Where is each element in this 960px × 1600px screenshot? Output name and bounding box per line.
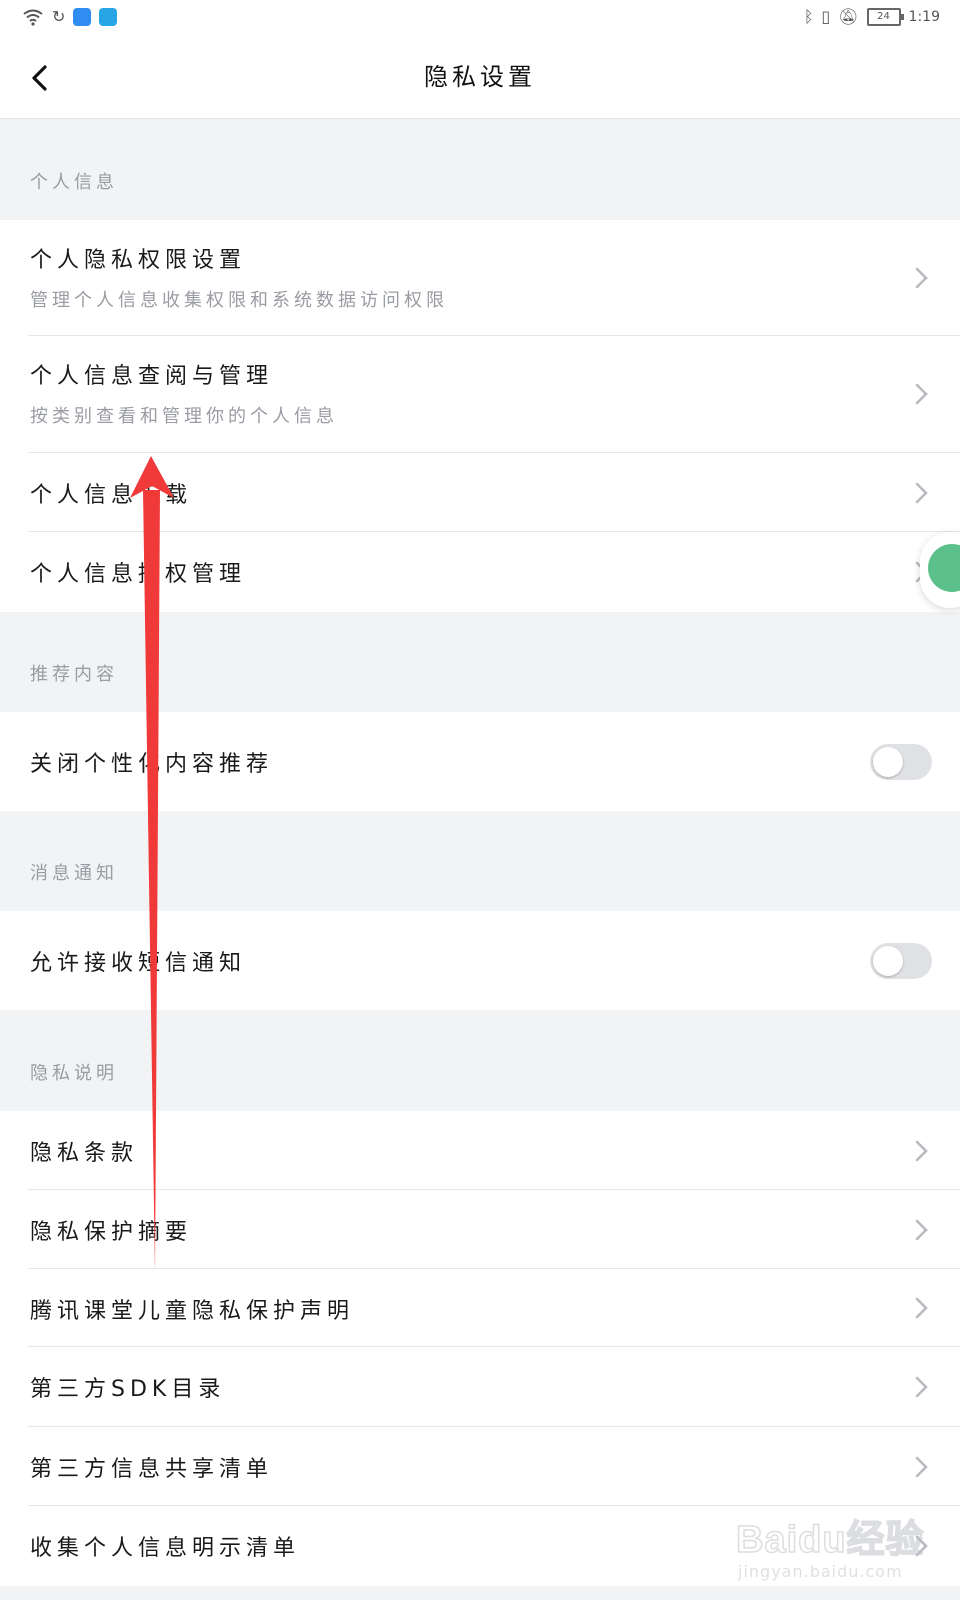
section-header-privacy-docs: 隐私说明	[0, 1010, 960, 1111]
sms-notify-toggle[interactable]	[870, 943, 932, 979]
row-disable-personalized-recommend: 关闭个性化内容推荐	[0, 712, 960, 811]
row-subtitle: 管理个人信息收集权限和系统数据访问权限	[30, 290, 448, 311]
row-title: 允许接收短信通知	[30, 951, 247, 976]
row-title: 第三方信息共享清单	[30, 1457, 274, 1482]
row-allow-sms-notify: 允许接收短信通知	[0, 911, 960, 1010]
section-header-notify: 消息通知	[0, 811, 960, 911]
chevron-right-icon	[915, 482, 928, 504]
row-privacy-terms[interactable]: 隐私条款	[0, 1111, 960, 1190]
row-title: 隐私保护摘要	[30, 1220, 193, 1245]
floating-assistant-button[interactable]	[920, 532, 960, 608]
page-title: 隐私设置	[424, 63, 536, 91]
battery-icon: 24	[866, 8, 904, 26]
chevron-left-icon	[32, 65, 47, 91]
row-title: 收集个人信息明示清单	[30, 1536, 301, 1561]
row-title: 腾讯课堂儿童隐私保护声明	[30, 1299, 355, 1324]
assistant-avatar-icon	[928, 544, 960, 592]
row-title: 个人隐私权限设置	[30, 248, 247, 273]
chevron-right-icon	[915, 1535, 928, 1557]
row-collected-info-list[interactable]: 收集个人信息明示清单	[0, 1506, 960, 1586]
sync-icon: ↻	[52, 7, 66, 26]
section-title: 个人信息	[30, 172, 118, 193]
toggle-knob	[873, 946, 903, 976]
row-privacy-permission-settings[interactable]: 个人隐私权限设置 管理个人信息收集权限和系统数据访问权限	[0, 220, 960, 336]
row-third-party-sdk[interactable]: 第三方SDK目录	[0, 1347, 960, 1427]
vibrate-icon: ▯	[821, 7, 831, 26]
section-title: 推荐内容	[30, 664, 118, 685]
row-title: 关闭个性化内容推荐	[30, 752, 274, 777]
section-header-personal-info: 个人信息	[0, 119, 960, 220]
search-app-icon	[99, 8, 118, 26]
row-title: 个人信息授权管理	[30, 562, 247, 587]
status-time: 1:19	[908, 9, 940, 25]
row-privacy-summary[interactable]: 隐私保护摘要	[0, 1190, 960, 1269]
status-left-icons: ↻	[22, 7, 118, 26]
section-title: 隐私说明	[30, 1063, 118, 1084]
row-children-privacy-statement[interactable]: 腾讯课堂儿童隐私保护声明	[0, 1269, 960, 1347]
bluetooth-icon: ᛒ	[803, 7, 814, 26]
row-subtitle: 按类别查看和管理你的个人信息	[30, 406, 338, 427]
row-title: 隐私条款	[30, 1141, 139, 1166]
row-title: 第三方SDK目录	[30, 1377, 226, 1402]
section-header-recommend: 推荐内容	[0, 612, 960, 712]
wifi-icon	[23, 9, 43, 26]
status-right-icons: ᛒ ▯ 🔕︎ 24 1:19	[804, 8, 940, 26]
chevron-right-icon	[915, 267, 928, 289]
row-personal-info-download[interactable]: 个人信息下载	[0, 453, 960, 532]
row-title: 个人信息下载	[30, 483, 193, 508]
chevron-right-icon	[915, 1219, 928, 1241]
row-title: 个人信息查阅与管理	[30, 364, 274, 389]
personalized-recommend-toggle[interactable]	[870, 744, 932, 780]
back-button[interactable]	[18, 56, 62, 100]
chevron-right-icon	[915, 1376, 928, 1398]
section-title: 消息通知	[30, 863, 118, 884]
chevron-right-icon	[915, 1456, 928, 1478]
row-personal-info-review[interactable]: 个人信息查阅与管理 按类别查看和管理你的个人信息	[0, 336, 960, 453]
chevron-right-icon	[915, 1297, 928, 1319]
cloud-app-icon	[73, 8, 92, 26]
row-third-party-sharing[interactable]: 第三方信息共享清单	[0, 1427, 960, 1506]
mute-icon: 🔕︎	[838, 7, 859, 26]
chevron-right-icon	[915, 383, 928, 405]
status-bar: ↻ ᛒ ▯ 🔕︎ 24 1:19	[0, 0, 960, 36]
toggle-knob	[873, 747, 903, 777]
nav-bar: 隐私设置	[0, 36, 960, 119]
row-personal-info-authorization[interactable]: 个人信息授权管理	[0, 532, 960, 612]
chevron-right-icon	[915, 1140, 928, 1162]
